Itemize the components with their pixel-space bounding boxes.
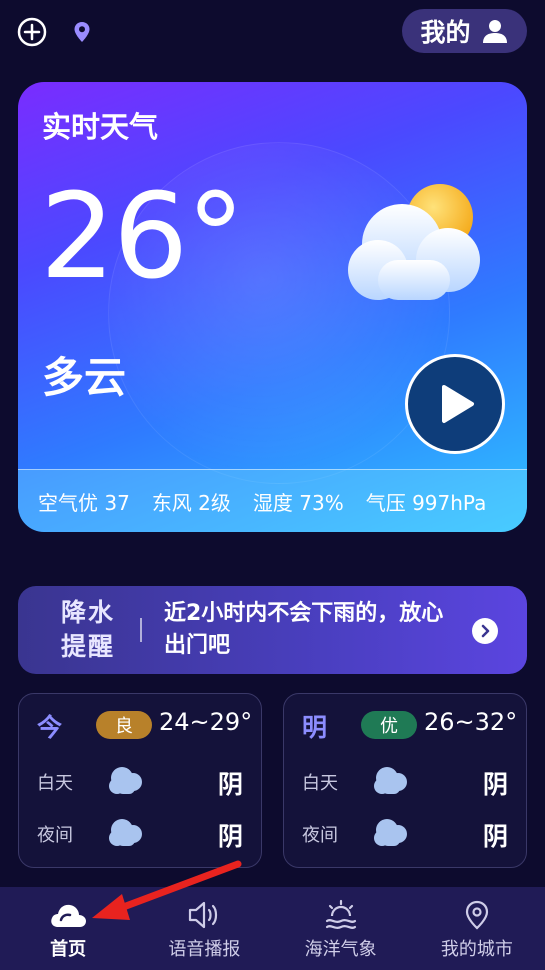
realtime-weather-card: 实时天气 26° 多云 空气优 37 东风 2级 湿度 73% 气压 997hP… bbox=[18, 82, 527, 532]
temp-range: 24~29° bbox=[159, 708, 253, 736]
nav-label: 我的城市 bbox=[440, 939, 513, 960]
cloudy-icon bbox=[109, 819, 142, 846]
bottom-nav: 首页 语音播报 海洋气象 我的城市 bbox=[0, 887, 545, 970]
speaker-icon bbox=[189, 901, 218, 929]
wind: 东风 2级 bbox=[151, 490, 231, 515]
rain-tag-line2: 提醒 bbox=[60, 632, 115, 661]
aqi-badge: 优 bbox=[361, 711, 417, 739]
mine-label: 我的 bbox=[420, 18, 471, 47]
nav-item-home[interactable]: 首页 bbox=[0, 887, 136, 970]
daytime-weather: 阴 bbox=[217, 770, 243, 799]
nav-label: 首页 bbox=[50, 939, 87, 960]
day-label: 今 bbox=[37, 713, 63, 742]
cloudy-icon bbox=[109, 767, 142, 794]
daytime-weather: 阴 bbox=[482, 770, 508, 799]
night-weather: 阴 bbox=[217, 822, 243, 851]
rain-message: 近2小时内不会下雨的，放心出门吧 bbox=[164, 601, 444, 658]
today-forecast-card[interactable]: 今 良 24~29° 白天 阴 夜间 阴 bbox=[18, 693, 262, 868]
nav-label: 海洋气象 bbox=[304, 939, 377, 960]
rain-reminder-tag: 降水 提醒 bbox=[58, 596, 118, 664]
user-icon bbox=[482, 20, 507, 43]
rain-tag-line1: 降水 bbox=[60, 598, 115, 627]
rain-detail-button[interactable] bbox=[472, 618, 498, 644]
night-label: 夜间 bbox=[302, 825, 338, 846]
daytime-label: 白天 bbox=[37, 773, 73, 794]
temp-range: 26~32° bbox=[424, 708, 518, 736]
rain-reminder-banner[interactable]: 降水 提醒 近2小时内不会下雨的，放心出门吧 bbox=[18, 586, 527, 674]
ocean-sun-icon bbox=[325, 899, 356, 929]
nav-item-voice-broadcast[interactable]: 语音播报 bbox=[136, 887, 272, 970]
partly-cloudy-icon bbox=[348, 184, 480, 300]
temperature: 26° bbox=[40, 167, 245, 305]
aqi-badge: 良 bbox=[96, 711, 152, 739]
chevron-right-icon bbox=[481, 624, 490, 638]
add-city-button[interactable] bbox=[16, 16, 48, 48]
nav-item-ocean-weather[interactable]: 海洋气象 bbox=[273, 887, 409, 970]
divider bbox=[140, 618, 142, 642]
day-label: 明 bbox=[302, 713, 328, 742]
night-weather: 阴 bbox=[482, 822, 508, 851]
daytime-label: 白天 bbox=[302, 773, 338, 794]
weather-stats: 空气优 37 东风 2级 湿度 73% 气压 997hPa bbox=[18, 469, 527, 532]
air-quality: 空气优 37 bbox=[38, 490, 130, 515]
nav-item-my-city[interactable]: 我的城市 bbox=[409, 887, 545, 970]
location-button[interactable] bbox=[66, 16, 98, 48]
pressure: 气压 997hPa bbox=[365, 490, 487, 515]
plus-circle-icon bbox=[17, 17, 47, 47]
cloud-icon bbox=[51, 904, 87, 927]
night-label: 夜间 bbox=[37, 825, 73, 846]
weather-condition: 多云 bbox=[42, 353, 127, 402]
humidity: 湿度 73% bbox=[252, 490, 344, 515]
location-pin-icon bbox=[74, 22, 90, 42]
card-title: 实时天气 bbox=[42, 110, 159, 144]
tomorrow-forecast-card[interactable]: 明 优 26~32° 白天 阴 夜间 阴 bbox=[283, 693, 527, 868]
cloudy-icon bbox=[374, 767, 407, 794]
voice-play-button[interactable] bbox=[405, 354, 505, 454]
nav-label: 语音播报 bbox=[168, 939, 241, 960]
location-pin-icon bbox=[465, 900, 488, 930]
play-icon bbox=[442, 385, 474, 423]
mine-button[interactable]: 我的 bbox=[402, 9, 527, 53]
cloudy-icon bbox=[374, 819, 407, 846]
